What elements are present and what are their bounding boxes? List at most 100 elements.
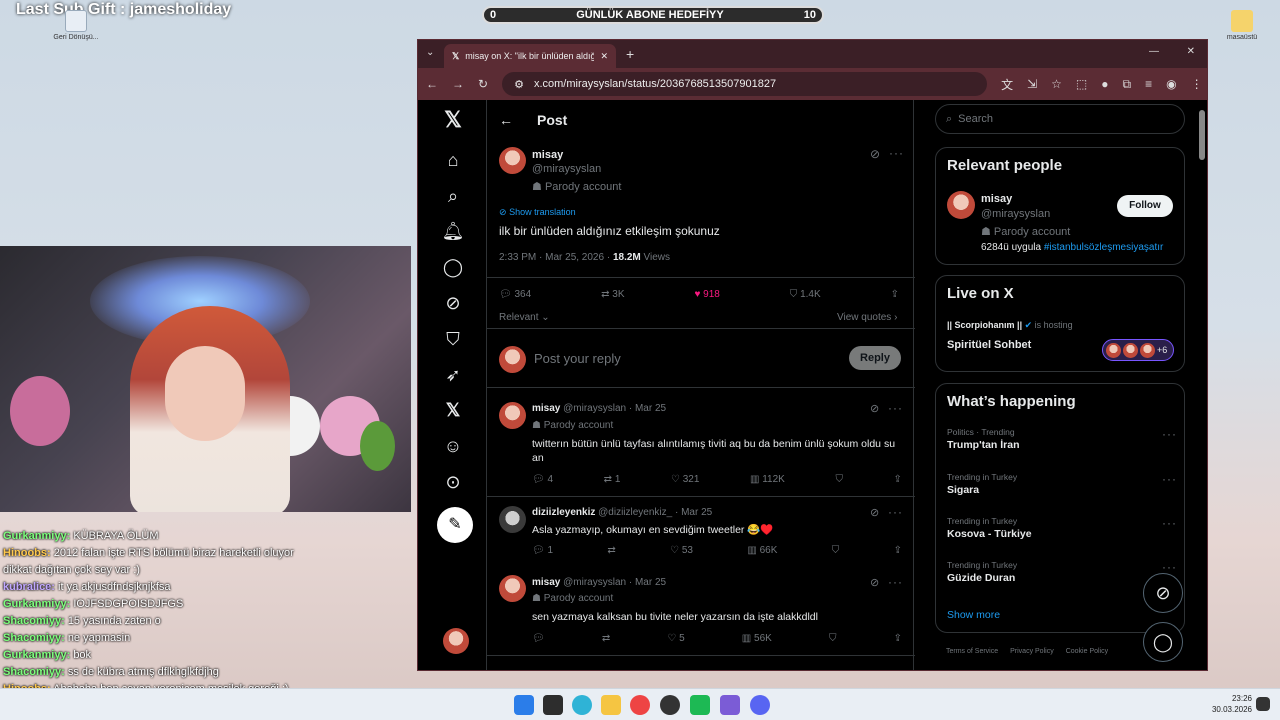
live-space-title[interactable]: Spiritüel Sohbet — [947, 339, 1031, 351]
premium-x-icon[interactable]: 𝕏 — [441, 398, 465, 422]
reply-action[interactable]: 💬︎ 1 — [532, 545, 553, 556]
discord-icon[interactable] — [750, 695, 770, 715]
browser-tab[interactable]: 𝕏 misay on X: "ilk bir ünlüden aldığı ✕ — [444, 44, 616, 68]
chrome-icon[interactable] — [630, 695, 650, 715]
bookmarks-icon[interactable]: ⛉ — [441, 327, 465, 351]
show-more-link[interactable]: Show more — [947, 609, 1000, 621]
post-author-handle[interactable]: @miraysyslan — [532, 163, 601, 175]
share-icon[interactable]: ⇪ — [894, 474, 902, 485]
trend-item[interactable]: Trending in Turkey Sigara ··· — [947, 472, 1177, 496]
bookmark-icon[interactable]: ⛉ — [835, 474, 843, 485]
reload-icon[interactable]: ↻ — [478, 77, 488, 91]
grok-explain-icon[interactable]: ⊘ — [870, 402, 879, 415]
grok-icon[interactable]: ⊘ — [441, 291, 465, 315]
reply-avatar[interactable] — [499, 575, 526, 602]
scrollbar-thumb[interactable] — [1199, 110, 1205, 160]
back-icon[interactable]: ← — [426, 77, 438, 91]
trend-more-icon[interactable]: ··· — [1162, 516, 1177, 530]
follow-button[interactable]: Follow — [1117, 195, 1173, 217]
post-author-name[interactable]: misay — [532, 149, 563, 161]
views-action[interactable]: ▥ 56K — [742, 633, 772, 644]
menu-icon[interactable]: ⋮ — [1191, 77, 1203, 91]
views-action[interactable]: ▥ 112K — [750, 474, 785, 485]
translate-icon[interactable]: 文 — [1001, 76, 1013, 93]
trend-more-icon[interactable]: ··· — [1162, 560, 1177, 574]
app-icon[interactable] — [660, 695, 680, 715]
trend-item[interactable]: Trending in Turkey Kosova - Türkiye ··· — [947, 516, 1177, 540]
edge-icon[interactable] — [572, 695, 592, 715]
more-icon[interactable]: ⊙ — [441, 470, 465, 494]
post-author-avatar[interactable] — [499, 147, 526, 174]
reply-more-icon[interactable]: ··· — [888, 575, 903, 589]
repost-action[interactable]: ⇄ 1 — [604, 474, 621, 485]
repost-action[interactable]: ⇄ 3K — [601, 289, 624, 300]
compose-post-button[interactable]: ✎ — [437, 507, 473, 543]
minimize-icon[interactable]: — — [1149, 46, 1159, 57]
bookmark-star-icon[interactable]: ☆ — [1051, 77, 1062, 91]
grok-explain-icon[interactable]: ⊘ — [870, 147, 880, 161]
trend-item[interactable]: Politics · Trending Trump'tan İran ··· — [947, 427, 1177, 451]
grok-explain-icon[interactable]: ⊘ — [870, 506, 879, 519]
notifications-bell-icon[interactable]: 🔔︎ — [441, 219, 465, 243]
forward-icon[interactable]: → — [452, 77, 464, 91]
show-translation-link[interactable]: ⊘ Show translation — [499, 207, 576, 218]
reply-action[interactable]: 💬︎ 4 — [532, 474, 553, 485]
recycle-bin-desktop-icon[interactable]: Geri Dönüşü... — [48, 10, 104, 41]
search-input[interactable]: ⌕ Search — [935, 104, 1185, 134]
like-action[interactable]: ♥ 918 — [694, 289, 719, 300]
extensions-puzzle-icon[interactable]: ⧉ — [1123, 77, 1132, 92]
views-action[interactable]: ▥ 66K — [747, 545, 777, 556]
footer-link[interactable]: Privacy Policy — [1010, 648, 1054, 655]
notification-icon[interactable] — [1256, 697, 1270, 711]
file-explorer-icon[interactable] — [601, 695, 621, 715]
view-quotes-link[interactable]: View quotes › — [837, 312, 897, 323]
back-arrow-icon[interactable]: ← — [499, 112, 513, 128]
share-icon[interactable]: ⇪ — [894, 545, 902, 556]
bookmark-action[interactable]: ⛉ 1.4K — [790, 289, 821, 300]
site-info-icon[interactable]: ⚙ — [514, 78, 524, 91]
url-field[interactable]: ⚙ x.com/miraysyslan/status/2036768513507… — [502, 72, 988, 96]
media-icon[interactable]: ≡ — [1145, 77, 1152, 91]
repost-action[interactable]: ⇄ — [602, 633, 610, 644]
share-icon[interactable]: ⇪ — [894, 633, 902, 644]
reply-more-icon[interactable]: ··· — [888, 505, 903, 519]
profile-person-icon[interactable]: ☺ — [441, 434, 465, 458]
footer-link[interactable]: Terms of Service — [946, 648, 998, 655]
extension-icon[interactable]: ● — [1101, 77, 1108, 91]
messages-float-button[interactable]: ◯ — [1143, 622, 1183, 662]
live-listeners[interactable]: +6 — [1102, 339, 1174, 361]
footer-link[interactable]: Cookie Policy — [1066, 648, 1108, 655]
install-icon[interactable]: ⇲ — [1027, 77, 1037, 91]
live-host[interactable]: || Scorpiohanım || ✔ is hosting — [947, 320, 1073, 331]
sort-relevant-dropdown[interactable]: Relevant ⌄ — [499, 312, 550, 323]
x-logo-icon[interactable]: 𝕏 — [441, 108, 465, 132]
reply-action[interactable]: 💬︎ — [532, 633, 545, 644]
reply-avatar[interactable] — [499, 506, 526, 533]
person-handle[interactable]: @miraysyslan — [981, 208, 1050, 220]
post-more-icon[interactable]: ··· — [889, 146, 904, 160]
grok-float-button[interactable]: ⊘ — [1143, 573, 1183, 613]
close-window-icon[interactable]: ✕ — [1187, 46, 1195, 57]
reply-avatar[interactable] — [499, 402, 526, 429]
bookmark-icon[interactable]: ⛉ — [832, 545, 840, 556]
reply-action[interactable]: 💬︎ 364 — [499, 289, 531, 300]
profile-icon[interactable]: ◉ — [1166, 77, 1176, 91]
trend-item[interactable]: Trending in Turkey Güzide Duran ··· — [947, 560, 1177, 584]
extension-icon[interactable]: ⬚ — [1076, 77, 1087, 91]
account-avatar[interactable] — [443, 628, 469, 654]
grok-explain-icon[interactable]: ⊘ — [870, 576, 879, 589]
share-icon[interactable]: ⇪ — [891, 289, 899, 300]
bookmark-icon[interactable]: ⛉ — [829, 633, 837, 644]
explore-search-icon[interactable]: ⌕ — [441, 184, 465, 208]
clock[interactable]: 23:26 30.03.2026 — [1200, 693, 1252, 715]
like-action[interactable]: ♡ 5 — [667, 633, 684, 644]
jobs-rocket-icon[interactable]: ➶ — [441, 363, 465, 387]
repost-action[interactable]: ⇄ — [607, 545, 615, 556]
obs-icon[interactable] — [720, 695, 740, 715]
close-tab-icon[interactable]: ✕ — [600, 51, 608, 62]
app-icon[interactable] — [690, 695, 710, 715]
bio-hashtag[interactable]: #istanbulsözleşmesiyaşatır — [1044, 242, 1164, 253]
person-avatar[interactable] — [947, 191, 975, 219]
trend-more-icon[interactable]: ··· — [1162, 427, 1177, 441]
person-name[interactable]: misay — [981, 193, 1012, 205]
